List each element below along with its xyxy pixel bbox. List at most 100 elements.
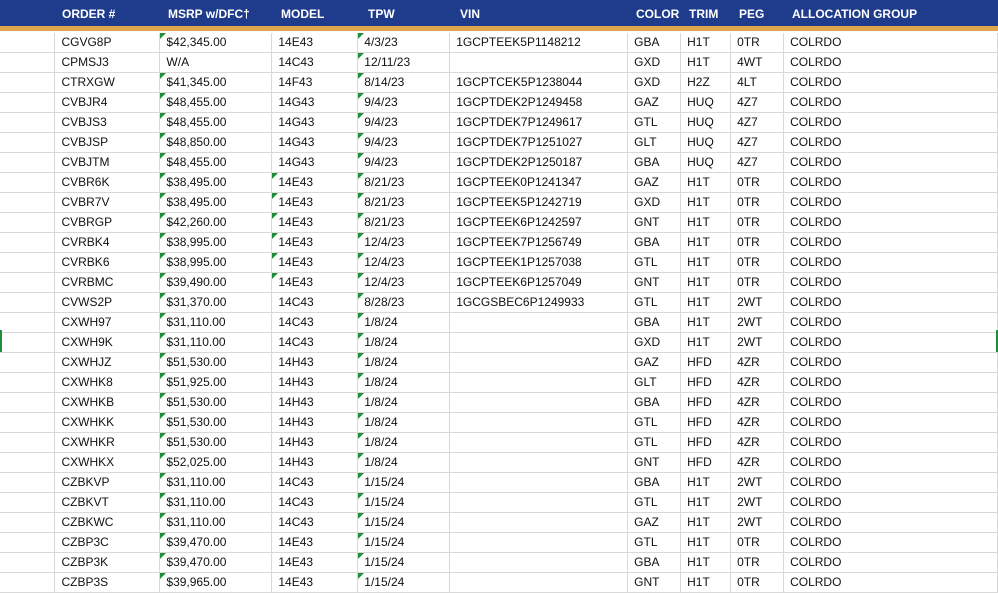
- cell-color[interactable]: GAZ: [627, 172, 682, 193]
- cell-model[interactable]: 14F43: [271, 72, 359, 93]
- cell-msrp[interactable]: $51,530.00: [159, 412, 273, 433]
- cell-trim[interactable]: H1T: [680, 552, 732, 573]
- cell-vin[interactable]: 1GCGSBEC6P1249933: [449, 292, 629, 313]
- cell-tpw[interactable]: 1/8/24: [357, 392, 451, 413]
- cell-model[interactable]: 14G43: [271, 152, 359, 173]
- cell-msrp[interactable]: $31,110.00: [159, 332, 273, 353]
- cell-color[interactable]: GNT: [627, 272, 682, 293]
- cell-tpw[interactable]: 9/4/23: [357, 92, 451, 113]
- cell-color[interactable]: GBA: [627, 312, 682, 333]
- cell-vin[interactable]: [449, 392, 629, 413]
- cell-order[interactable]: CVRBMC: [54, 272, 161, 293]
- cell-model[interactable]: 14H43: [271, 412, 359, 433]
- cell-peg[interactable]: 2WT: [730, 292, 785, 313]
- cell-vin[interactable]: [449, 352, 629, 373]
- cell-color[interactable]: GTL: [627, 432, 682, 453]
- cell-trim[interactable]: HFD: [680, 412, 732, 433]
- cell-order[interactable]: CZBP3K: [54, 552, 161, 573]
- header-allocation-group[interactable]: ALLOCATION GROUP: [792, 0, 917, 26]
- cell-peg[interactable]: 0TR: [730, 192, 785, 213]
- cell-order[interactable]: CVBJR4: [54, 92, 161, 113]
- cell-blank[interactable]: [0, 532, 56, 553]
- cell-blank[interactable]: [0, 152, 56, 173]
- cell-blank[interactable]: [0, 552, 56, 573]
- cell-allocation-group[interactable]: COLRDO: [783, 392, 998, 413]
- cell-order[interactable]: CXWHKX: [54, 452, 161, 473]
- cell-trim[interactable]: H2Z: [680, 72, 732, 93]
- cell-trim[interactable]: H1T: [680, 292, 732, 313]
- cell-peg[interactable]: 2WT: [730, 472, 785, 493]
- cell-color[interactable]: GXD: [627, 72, 682, 93]
- cell-trim[interactable]: H1T: [680, 52, 732, 73]
- cell-peg[interactable]: 4ZR: [730, 452, 785, 473]
- cell-allocation-group[interactable]: COLRDO: [783, 412, 998, 433]
- cell-trim[interactable]: HFD: [680, 352, 732, 373]
- cell-tpw[interactable]: 1/15/24: [357, 552, 451, 573]
- cell-blank[interactable]: [0, 72, 56, 93]
- cell-model[interactable]: 14E43: [271, 252, 359, 273]
- cell-order[interactable]: CXWHKK: [54, 412, 161, 433]
- cell-allocation-group[interactable]: COLRDO: [783, 552, 998, 573]
- cell-peg[interactable]: 0TR: [730, 172, 785, 193]
- cell-peg[interactable]: 4WT: [730, 52, 785, 73]
- cell-allocation-group[interactable]: COLRDO: [783, 452, 998, 473]
- cell-allocation-group[interactable]: COLRDO: [783, 92, 998, 113]
- cell-tpw[interactable]: 1/15/24: [357, 472, 451, 493]
- cell-msrp[interactable]: $31,370.00: [159, 292, 273, 313]
- cell-model[interactable]: 14C43: [271, 472, 359, 493]
- cell-order[interactable]: CPMSJ3: [54, 52, 161, 73]
- cell-allocation-group[interactable]: COLRDO: [783, 352, 998, 373]
- cell-tpw[interactable]: 8/21/23: [357, 172, 451, 193]
- cell-model[interactable]: 14C43: [271, 512, 359, 533]
- cell-order[interactable]: CZBKVT: [54, 492, 161, 513]
- cell-color[interactable]: GXD: [627, 192, 682, 213]
- cell-trim[interactable]: H1T: [680, 512, 732, 533]
- cell-order[interactable]: CZBP3C: [54, 532, 161, 553]
- cell-model[interactable]: 14E43: [271, 272, 359, 293]
- cell-trim[interactable]: H1T: [680, 33, 732, 53]
- cell-color[interactable]: GAZ: [627, 352, 682, 373]
- cell-msrp[interactable]: $42,260.00: [159, 212, 273, 233]
- cell-vin[interactable]: [449, 332, 629, 353]
- cell-peg[interactable]: 0TR: [730, 272, 785, 293]
- cell-model[interactable]: 14G43: [271, 132, 359, 153]
- cell-model[interactable]: 14H43: [271, 352, 359, 373]
- cell-blank[interactable]: [0, 452, 56, 473]
- cell-color[interactable]: GTL: [627, 492, 682, 513]
- cell-peg[interactable]: 4Z7: [730, 92, 785, 113]
- cell-trim[interactable]: HFD: [680, 392, 732, 413]
- cell-model[interactable]: 14C43: [271, 492, 359, 513]
- cell-vin[interactable]: [449, 492, 629, 513]
- cell-tpw[interactable]: 1/15/24: [357, 532, 451, 553]
- cell-msrp[interactable]: $48,455.00: [159, 112, 273, 133]
- cell-blank[interactable]: [0, 192, 56, 213]
- cell-peg[interactable]: 4ZR: [730, 432, 785, 453]
- cell-blank[interactable]: [0, 432, 56, 453]
- cell-msrp[interactable]: W/A: [159, 52, 273, 73]
- cell-msrp[interactable]: $38,495.00: [159, 192, 273, 213]
- cell-model[interactable]: 14E43: [271, 172, 359, 193]
- cell-color[interactable]: GTL: [627, 112, 682, 133]
- cell-allocation-group[interactable]: COLRDO: [783, 192, 998, 213]
- cell-vin[interactable]: 1GCPTDEK2P1249458: [449, 92, 629, 113]
- cell-blank[interactable]: [0, 512, 56, 533]
- cell-model[interactable]: 14H43: [271, 372, 359, 393]
- cell-allocation-group[interactable]: COLRDO: [783, 312, 998, 333]
- cell-vin[interactable]: [449, 532, 629, 553]
- cell-color[interactable]: GBA: [627, 392, 682, 413]
- header-trim[interactable]: TRIM: [689, 0, 718, 26]
- cell-peg[interactable]: 0TR: [730, 33, 785, 53]
- cell-blank[interactable]: [0, 212, 56, 233]
- cell-vin[interactable]: [449, 412, 629, 433]
- cell-msrp[interactable]: $41,345.00: [159, 72, 273, 93]
- cell-peg[interactable]: 0TR: [730, 212, 785, 233]
- cell-allocation-group[interactable]: COLRDO: [783, 272, 998, 293]
- header-peg[interactable]: PEG: [739, 0, 764, 26]
- cell-blank[interactable]: [0, 392, 56, 413]
- cell-model[interactable]: 14E43: [271, 33, 359, 53]
- cell-model[interactable]: 14E43: [271, 232, 359, 253]
- cell-model[interactable]: 14C43: [271, 292, 359, 313]
- cell-color[interactable]: GAZ: [627, 92, 682, 113]
- cell-model[interactable]: 14C43: [271, 312, 359, 333]
- cell-model[interactable]: 14E43: [271, 192, 359, 213]
